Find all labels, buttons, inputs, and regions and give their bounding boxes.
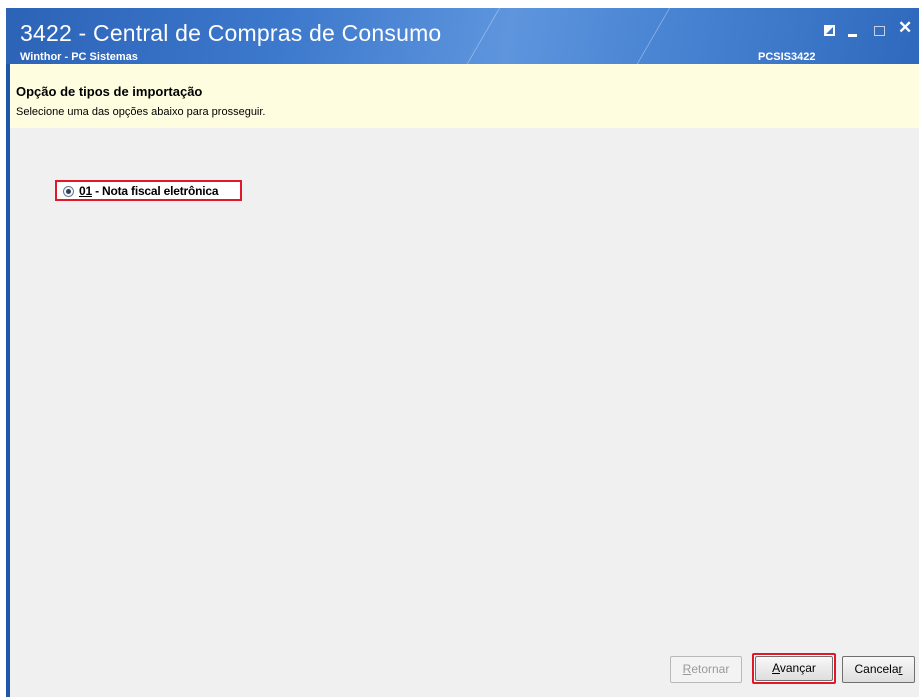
cancel-button[interactable]: Cancelar xyxy=(842,656,915,683)
back-label-post: etornar xyxy=(691,662,730,676)
radio-button[interactable] xyxy=(63,186,74,197)
window-title: 3422 - Central de Compras de Consumo xyxy=(20,20,442,46)
next-accelerator: A xyxy=(772,661,780,675)
option-nota-fiscal-eletronica[interactable]: 01 - Nota fiscal eletrônica xyxy=(55,180,242,201)
cancel-accelerator: r xyxy=(898,662,903,676)
title-decoration xyxy=(441,8,672,64)
wizard-panel: Opção de tipos de importação Selecione u… xyxy=(10,64,919,697)
program-code: PCSIS3422 xyxy=(758,51,816,63)
minimize-icon[interactable] xyxy=(848,34,857,37)
app-window: 3422 - Central de Compras de Consumo Win… xyxy=(6,8,919,697)
close-icon[interactable]: ✕ xyxy=(898,19,912,36)
page-title: Opção de tipos de importação xyxy=(16,84,203,99)
next-button[interactable]: Avançar xyxy=(752,653,836,684)
next-button-face[interactable]: Avançar xyxy=(755,656,833,681)
title-bar[interactable]: 3422 - Central de Compras de Consumo Win… xyxy=(6,8,919,64)
next-label-post: vançar xyxy=(779,661,816,675)
option-text: - Nota fiscal eletrônica xyxy=(91,184,219,198)
option-label[interactable]: 01 - Nota fiscal eletrônica xyxy=(79,184,219,198)
radio-selected-dot xyxy=(66,189,71,194)
page-instructions: Selecione uma das opções abaixo para pro… xyxy=(16,106,266,118)
maximize-icon[interactable] xyxy=(874,26,885,36)
wizard-header: Opção de tipos de importação Selecione u… xyxy=(10,64,919,128)
back-accelerator: R xyxy=(682,662,692,676)
back-button[interactable]: Retornar xyxy=(670,656,742,683)
option-number: 01 xyxy=(79,184,92,198)
cancel-label-pre: Cancela xyxy=(854,662,899,676)
restore-icon[interactable] xyxy=(824,25,835,36)
window-subtitle: Winthor - PC Sistemas xyxy=(20,51,138,63)
